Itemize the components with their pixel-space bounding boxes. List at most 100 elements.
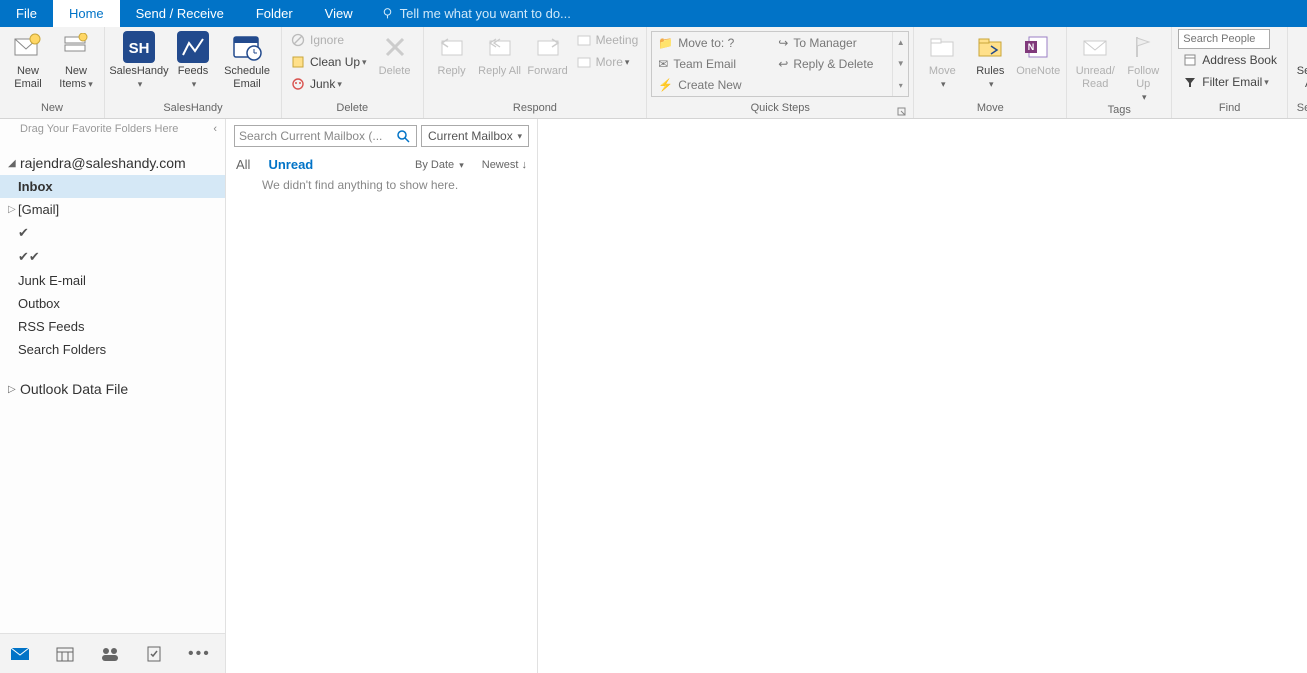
expand-icon: ▷ <box>8 384 18 395</box>
group-saleshandy: SH SalesHandy▾ Feeds▾ Schedule Email Sal… <box>105 27 282 118</box>
tell-me-search[interactable]: Tell me what you want to do... <box>369 0 583 27</box>
nav-mail-icon[interactable] <box>10 646 30 662</box>
tab-bar: File Home Send / Receive Folder View Tel… <box>0 0 1307 27</box>
folder-rss[interactable]: RSS Feeds <box>0 315 225 338</box>
lightbulb-icon <box>381 7 394 20</box>
team-email-icon: ✉ <box>658 57 668 71</box>
svg-text:N: N <box>1028 42 1035 52</box>
folder-junk[interactable]: Junk E-mail <box>0 269 225 292</box>
group-tags: Unread/ Read Follow Up▾ Tags <box>1067 27 1172 118</box>
junk-icon <box>290 76 306 92</box>
filter-all[interactable]: All <box>236 157 250 172</box>
saleshandy-button[interactable]: SH SalesHandy▾ <box>109 29 169 91</box>
more-respond-button[interactable]: More▾ <box>572 51 643 73</box>
junk-button[interactable]: Junk▾ <box>286 73 371 95</box>
group-respond: Reply Reply All Forward Meeting More▾ <box>424 27 648 118</box>
delete-icon <box>379 31 411 63</box>
unread-read-button[interactable]: Unread/ Read <box>1071 29 1119 91</box>
group-label-sr: Send/Receive <box>1292 102 1307 118</box>
new-items-button[interactable]: New Items▾ <box>52 29 100 91</box>
folder-search-folders[interactable]: Search Folders <box>0 338 225 361</box>
qs-to-manager[interactable]: ↪To Manager <box>772 32 892 53</box>
folder-check-double[interactable]: ✔✔ <box>0 245 225 269</box>
reply-button[interactable]: Reply <box>428 29 476 78</box>
qs-scroll-down[interactable]: ▼ <box>893 53 908 74</box>
rules-button[interactable]: Rules▾ <box>966 29 1014 91</box>
qs-expand[interactable]: ▾ <box>893 75 908 96</box>
meeting-button[interactable]: Meeting <box>572 29 643 51</box>
tab-home[interactable]: Home <box>53 0 120 27</box>
account-node[interactable]: ◢ rajendra@saleshandy.com <box>0 151 225 175</box>
collapse-favorites-icon[interactable]: ‹ <box>213 123 217 135</box>
reply-all-button[interactable]: Reply All <box>476 29 524 78</box>
new-email-button[interactable]: New Email <box>4 29 52 91</box>
filter-icon <box>1182 74 1198 90</box>
folder-move-icon: 📁 <box>658 36 673 50</box>
forward-icon <box>532 31 564 63</box>
search-people-input[interactable] <box>1178 29 1270 49</box>
message-list-pane: Search Current Mailbox (... Current Mail… <box>226 119 538 673</box>
group-send-receive: Send/Receive All Folders Send/Receive <box>1288 27 1307 118</box>
expand-icon: ▷ <box>8 204 18 215</box>
follow-up-button[interactable]: Follow Up▾ <box>1119 29 1167 104</box>
filter-email-button[interactable]: Filter Email▾ <box>1178 71 1281 93</box>
more-icon <box>576 54 592 70</box>
move-folder-icon <box>926 31 958 63</box>
nav-more-icon[interactable]: ••• <box>188 645 211 663</box>
tab-send-receive[interactable]: Send / Receive <box>120 0 240 27</box>
address-book-button[interactable]: Address Book <box>1178 49 1281 71</box>
clean-up-button[interactable]: Clean Up▾ <box>286 51 371 73</box>
folder-inbox[interactable]: Inbox <box>0 175 225 198</box>
reply-all-icon <box>484 31 516 63</box>
sort-newest[interactable]: Newest ↓ <box>482 159 527 171</box>
reading-pane <box>538 119 1307 673</box>
ignore-button[interactable]: Ignore <box>286 29 371 51</box>
svg-text:SH: SH <box>129 40 150 57</box>
group-find: Address Book Filter Email▾ Find <box>1172 27 1288 118</box>
nav-tasks-icon[interactable] <box>146 645 162 663</box>
qs-create-new[interactable]: ⚡Create New <box>652 75 772 96</box>
folder-outbox[interactable]: Outbox <box>0 292 225 315</box>
nav-people-icon[interactable] <box>100 646 120 662</box>
double-check-icon: ✔✔ <box>18 249 40 265</box>
folder-gmail[interactable]: ▷[Gmail] <box>0 198 225 221</box>
to-manager-icon: ↪ <box>778 36 788 50</box>
dialog-launcher-icon[interactable] <box>897 107 907 117</box>
folder-check-single[interactable]: ✔ <box>0 221 225 245</box>
group-label-respond: Respond <box>428 102 643 118</box>
forward-button[interactable]: Forward <box>524 29 572 78</box>
reply-delete-icon: ↩ <box>778 57 788 71</box>
feeds-button[interactable]: Feeds▾ <box>169 29 217 91</box>
send-receive-all-button[interactable]: Send/Receive All Folders <box>1292 29 1307 91</box>
group-label-saleshandy: SalesHandy <box>109 102 277 118</box>
group-label-tags: Tags <box>1071 104 1167 118</box>
reply-icon <box>436 31 468 63</box>
meeting-icon <box>576 32 592 48</box>
search-scope-dropdown[interactable]: Current Mailbox▾ <box>421 125 529 147</box>
filter-unread[interactable]: Unread <box>268 157 313 172</box>
ignore-icon <box>290 32 306 48</box>
search-mailbox-input[interactable]: Search Current Mailbox (... <box>234 125 417 147</box>
data-file-node[interactable]: ▷ Outlook Data File <box>0 377 225 401</box>
search-icon[interactable] <box>396 129 410 143</box>
tab-folder[interactable]: Folder <box>240 0 309 27</box>
new-email-icon <box>12 31 44 63</box>
saleshandy-icon: SH <box>123 31 155 63</box>
main-area: Drag Your Favorite Folders Here ‹ ◢ raje… <box>0 119 1307 673</box>
sort-by-date[interactable]: By Date ▾ <box>415 159 464 171</box>
group-move: Move▾ Rules▾ N OneNote Move <box>914 27 1067 118</box>
qs-team-email[interactable]: ✉Team Email <box>652 53 772 74</box>
onenote-button[interactable]: N OneNote <box>1014 29 1062 78</box>
clean-up-icon <box>290 54 306 70</box>
qs-move-to[interactable]: 📁Move to: ? <box>652 32 772 53</box>
tab-view[interactable]: View <box>309 0 369 27</box>
move-button[interactable]: Move▾ <box>918 29 966 91</box>
delete-button[interactable]: Delete <box>371 29 419 78</box>
schedule-email-button[interactable]: Schedule Email <box>217 29 277 91</box>
create-new-icon: ⚡ <box>658 78 673 92</box>
address-book-icon <box>1182 52 1198 68</box>
qs-reply-delete[interactable]: ↩Reply & Delete <box>772 53 892 74</box>
nav-calendar-icon[interactable] <box>56 646 74 662</box>
tab-file[interactable]: File <box>0 0 53 27</box>
qs-scroll-up[interactable]: ▲ <box>893 32 908 53</box>
